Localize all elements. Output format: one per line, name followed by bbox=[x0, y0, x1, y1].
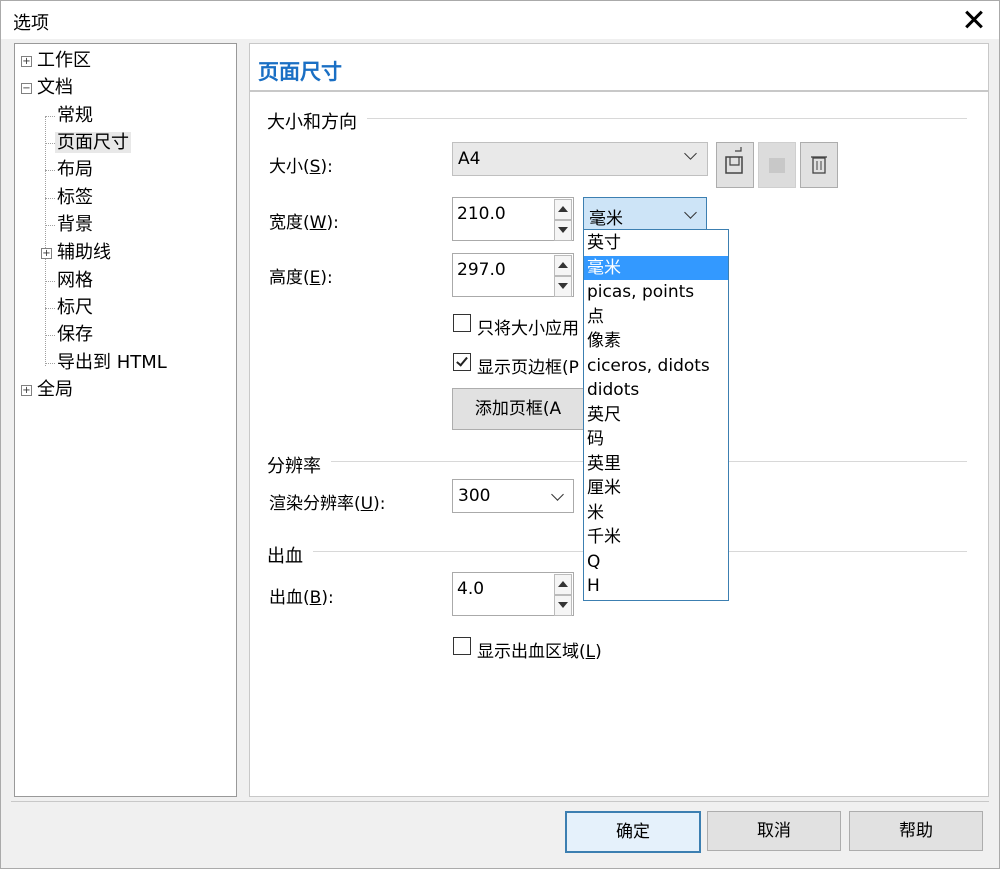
width-value: 210.0 bbox=[457, 204, 506, 224]
show-bleed-label: 显示出血区域(L) bbox=[477, 642, 602, 662]
render-resolution-select[interactable]: 300 bbox=[452, 479, 574, 513]
expand-icon[interactable]: + bbox=[41, 248, 52, 259]
close-icon[interactable] bbox=[959, 3, 991, 35]
unit-option[interactable]: picas, points bbox=[584, 280, 728, 305]
section-size-orientation: 大小和方向 bbox=[267, 112, 357, 133]
increment-icon[interactable] bbox=[554, 255, 572, 276]
tree-item-export-html[interactable]: 导出到 HTML bbox=[55, 350, 169, 376]
unit-option[interactable]: 千米 bbox=[584, 525, 728, 550]
unit-option[interactable]: 英寸 bbox=[584, 231, 728, 256]
unit-value: 毫米 bbox=[589, 209, 623, 229]
unit-select[interactable]: 毫米 bbox=[583, 197, 707, 231]
unit-option[interactable]: 像素 bbox=[584, 329, 728, 354]
ok-button[interactable]: 确定 bbox=[565, 811, 701, 853]
only-size-label: 只将大小应用 bbox=[477, 319, 579, 339]
unit-dropdown-list: 英寸 毫米 picas, points 点像素 ciceros, didots didot… bbox=[583, 229, 729, 601]
height-label: 高度(E): bbox=[269, 268, 333, 288]
increment-icon[interactable] bbox=[554, 199, 572, 220]
tree-item-label: 常规 bbox=[57, 105, 93, 126]
decrement-icon[interactable] bbox=[554, 595, 572, 616]
render-resolution-label: 渲染分辨率(U): bbox=[269, 494, 386, 514]
tree-item-label: 标尺 bbox=[57, 297, 93, 318]
only-size-checkbox[interactable] bbox=[453, 314, 471, 332]
show-bleed-checkbox[interactable] bbox=[453, 637, 471, 655]
decrement-icon[interactable] bbox=[554, 276, 572, 297]
unit-option[interactable]: 码 bbox=[584, 427, 728, 452]
tree-item-label: 文档 bbox=[37, 77, 73, 98]
unit-option[interactable]: didots bbox=[584, 378, 728, 403]
unit-option[interactable]: 英里 bbox=[584, 452, 728, 477]
collapse-icon[interactable]: − bbox=[21, 83, 32, 94]
page-size-value: A4 bbox=[458, 149, 481, 169]
add-border-button[interactable]: 添加页框(A bbox=[452, 388, 584, 430]
unit-option[interactable]: Q bbox=[584, 550, 728, 575]
show-border-label: 显示页边框(P bbox=[477, 358, 579, 378]
expand-icon[interactable]: + bbox=[21, 56, 32, 67]
section-bleed: 出血 bbox=[267, 546, 303, 567]
section-resolution: 分辨率 bbox=[267, 456, 321, 477]
unit-option[interactable]: ciceros, didots bbox=[584, 354, 728, 379]
width-label: 宽度(W): bbox=[269, 213, 339, 233]
panel-header: 页面尺寸 bbox=[249, 43, 989, 91]
unit-option[interactable]: 英尺 bbox=[584, 403, 728, 428]
tree-item-label: 全局 bbox=[37, 379, 73, 400]
unit-option[interactable]: 毫米 bbox=[584, 255, 728, 280]
tree-item-general[interactable]: 常规 bbox=[55, 103, 95, 129]
height-value: 297.0 bbox=[457, 260, 506, 280]
unit-option[interactable]: 厘米 bbox=[584, 476, 728, 501]
tree-item-background[interactable]: 背景 bbox=[55, 212, 95, 238]
title-bar: 选项 bbox=[1, 1, 999, 39]
tree-item-page-size[interactable]: 页面尺寸 bbox=[55, 130, 131, 156]
width-stepper[interactable]: 210.0 bbox=[452, 197, 574, 241]
show-border-checkbox[interactable] bbox=[453, 353, 471, 371]
tree-item-label: 辅助线 bbox=[57, 242, 111, 263]
expand-icon[interactable]: + bbox=[21, 385, 32, 396]
height-stepper[interactable]: 297.0 bbox=[452, 253, 574, 297]
tree-item-grid[interactable]: 网格 bbox=[55, 268, 95, 294]
tree-item-label: 背景 bbox=[57, 214, 93, 235]
trash-icon[interactable] bbox=[800, 142, 838, 188]
render-resolution-value: 300 bbox=[458, 486, 491, 506]
bleed-label: 出血(B): bbox=[269, 588, 334, 608]
tree-item-save[interactable]: 保存 bbox=[55, 322, 95, 348]
help-button[interactable]: 帮助 bbox=[849, 811, 983, 851]
tree-item-label: 布局 bbox=[57, 159, 93, 180]
page-size-select[interactable]: A4 bbox=[452, 142, 708, 176]
increment-icon[interactable] bbox=[554, 574, 572, 595]
cancel-button[interactable]: 取消 bbox=[707, 811, 841, 851]
tree-item-label[interactable]: 标签 bbox=[55, 185, 95, 211]
tree-item-label: 工作区 bbox=[37, 50, 91, 71]
tree-item-label: 导出到 HTML bbox=[57, 352, 167, 373]
tree-item-label: 页面尺寸 bbox=[55, 132, 131, 153]
tree-item-label: 网格 bbox=[57, 270, 93, 291]
disk-icon[interactable] bbox=[758, 142, 796, 188]
tree-item-layout[interactable]: 布局 bbox=[55, 157, 95, 183]
bleed-value: 4.0 bbox=[457, 579, 485, 599]
size-label: 大小(S): bbox=[269, 157, 333, 177]
options-dialog: 选项 + 工作区 − 文档 常规 页面尺寸 布局 标签 背景 + 辅助线 网格 bbox=[0, 0, 1000, 869]
unit-option[interactable]: 米 bbox=[584, 501, 728, 526]
bleed-stepper[interactable]: 4.0 bbox=[452, 572, 574, 616]
save-preset-icon[interactable] bbox=[716, 142, 754, 188]
unit-option[interactable]: 点 bbox=[584, 305, 728, 330]
unit-option[interactable]: H bbox=[584, 574, 728, 599]
tree-item-label: 标签 bbox=[57, 187, 93, 208]
tree-item-label: 保存 bbox=[57, 324, 93, 345]
tree-item-rulers[interactable]: 标尺 bbox=[55, 295, 95, 321]
category-tree: + 工作区 − 文档 常规 页面尺寸 布局 标签 背景 + 辅助线 网格 标尺 … bbox=[14, 43, 237, 797]
decrement-icon[interactable] bbox=[554, 220, 572, 241]
page-title: 页面尺寸 bbox=[258, 60, 342, 84]
window-title: 选项 bbox=[13, 13, 49, 34]
